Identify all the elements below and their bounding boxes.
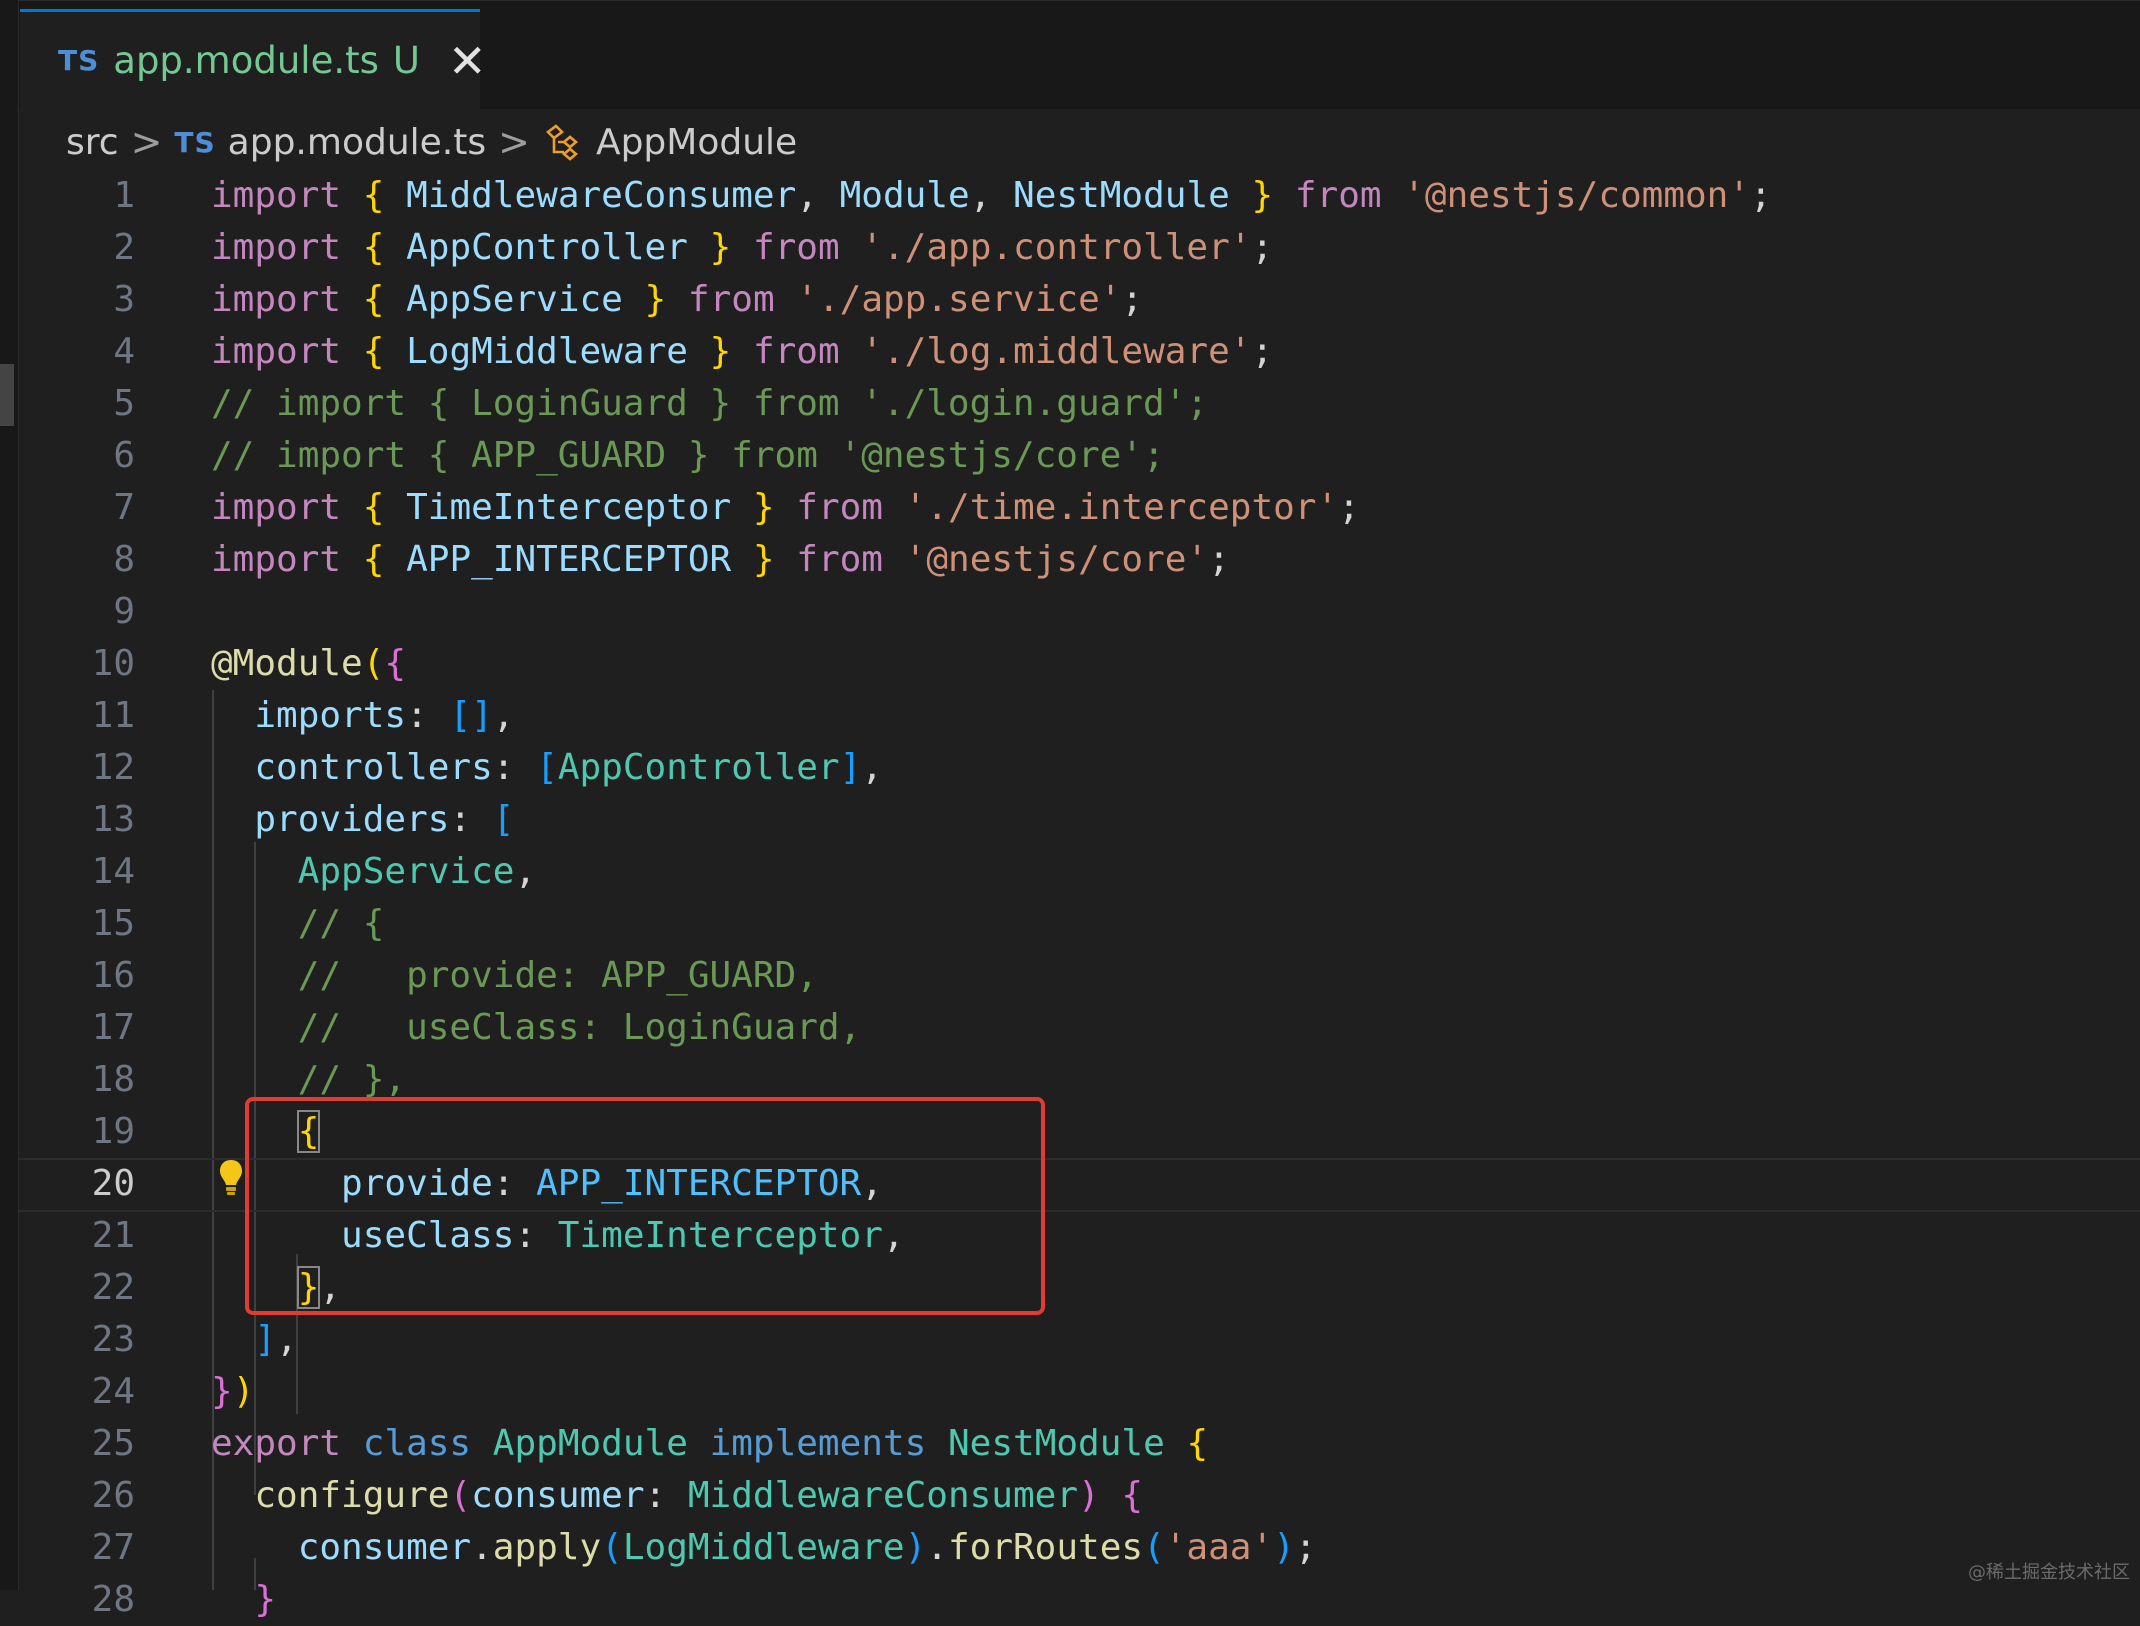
code-line: 24}) — [0, 1366, 2140, 1418]
code-line: 6// import { APP_GUARD } from '@nestjs/c… — [0, 430, 2140, 482]
line-number: 23 — [91, 1319, 135, 1360]
line-number: 19 — [91, 1111, 135, 1152]
code-line: 16 // provide: APP_GUARD, — [0, 950, 2140, 1002]
line-number: 3 — [113, 279, 135, 320]
code-line: 13 providers: [ — [0, 794, 2140, 846]
line-number: 11 — [91, 695, 135, 736]
line-number: 1 — [113, 175, 135, 216]
code-line: 8 import { APP_INTERCEPTOR } from '@nestj… — [0, 534, 2140, 586]
line-number: 17 — [91, 1007, 135, 1048]
code-line: 1 import { MiddlewareConsumer, Module, Ne… — [0, 170, 2140, 222]
tab-app-module[interactable]: TS app.module.ts U ✕ — [20, 9, 487, 109]
line-number: 21 — [91, 1215, 135, 1256]
line-number: 9 — [113, 591, 135, 632]
close-icon[interactable]: ✕ — [448, 38, 487, 84]
line-number: 14 — [91, 851, 135, 892]
code-line: 17 // useClass: LoginGuard, — [0, 1002, 2140, 1054]
code-line: 4 import { LogMiddleware } from './log.mi… — [0, 326, 2140, 378]
line-number: 26 — [91, 1475, 135, 1516]
line-number: 22 — [91, 1267, 135, 1308]
typescript-file-icon: TS — [58, 44, 100, 77]
code-line: 10 @Module({ — [0, 638, 2140, 690]
code-line: 15 // { — [0, 898, 2140, 950]
line-number: 16 — [91, 955, 135, 996]
line-number: 7 — [113, 487, 135, 528]
code-line: 12 controllers: [AppController], — [0, 742, 2140, 794]
line-number: 13 — [91, 799, 135, 840]
line-number: 6 — [113, 435, 135, 476]
line-number: 10 — [91, 643, 135, 684]
line-number: 4 — [113, 331, 135, 372]
breadcrumb-folder[interactable]: src — [66, 122, 119, 163]
code-line: 7 import { TimeInterceptor } from './time… — [0, 482, 2140, 534]
code-line: 2 import { AppController } from './app.co… — [0, 222, 2140, 274]
code-editor[interactable]: 1 import { MiddlewareConsumer, Module, Ne… — [0, 170, 2140, 1620]
code-line: 26 configure(consumer: MiddlewareConsume… — [0, 1470, 2140, 1522]
code-line: 11 imports: [], — [0, 690, 2140, 742]
tab-filename: app.module.ts — [113, 39, 379, 82]
scroll-indicator[interactable] — [0, 364, 14, 426]
code-line: 28 } — [0, 1574, 2140, 1626]
typescript-file-icon: TS — [174, 125, 216, 159]
line-number: 20 — [91, 1163, 135, 1204]
line-number: 24 — [91, 1371, 135, 1412]
line-number: 8 — [113, 539, 135, 580]
tab-bar: TS app.module.ts U ✕ — [0, 0, 2140, 109]
line-number: 5 — [113, 383, 135, 424]
code-line: 25 export class AppModule implements Nest… — [0, 1418, 2140, 1470]
code-line: 23 ], — [0, 1314, 2140, 1366]
line-number: 25 — [91, 1423, 135, 1464]
line-number: 15 — [91, 903, 135, 944]
breadcrumb-file[interactable]: app.module.ts — [228, 122, 486, 163]
line-number: 28 — [91, 1579, 135, 1620]
line-number: 2 — [113, 227, 135, 268]
git-untracked-badge: U — [392, 39, 420, 82]
line-number: 12 — [91, 747, 135, 788]
code-line: 9 — [0, 586, 2140, 638]
code-line: 14 AppService, — [0, 846, 2140, 898]
class-symbol-icon — [542, 122, 584, 162]
line-number: 27 — [91, 1527, 135, 1568]
chevron-right-icon: > — [498, 120, 530, 164]
watermark: @稀土掘金技术社区 — [1968, 1562, 2130, 1583]
activity-edge — [0, 0, 19, 1590]
breadcrumb: src > TS app.module.ts > AppModule — [66, 114, 797, 170]
chevron-right-icon: > — [130, 120, 163, 164]
code-line: 5// import { LoginGuard } from './login.… — [0, 378, 2140, 430]
annotation-highlight-box — [245, 1097, 1045, 1315]
line-number: 18 — [91, 1059, 135, 1100]
breadcrumb-symbol[interactable]: AppModule — [596, 122, 797, 163]
lightbulb-icon[interactable] — [218, 1157, 244, 1201]
code-line: 27 consumer.apply(LogMiddleware).forRout… — [0, 1522, 2140, 1574]
code-line: 3 import { AppService } from './app.servi… — [0, 274, 2140, 326]
